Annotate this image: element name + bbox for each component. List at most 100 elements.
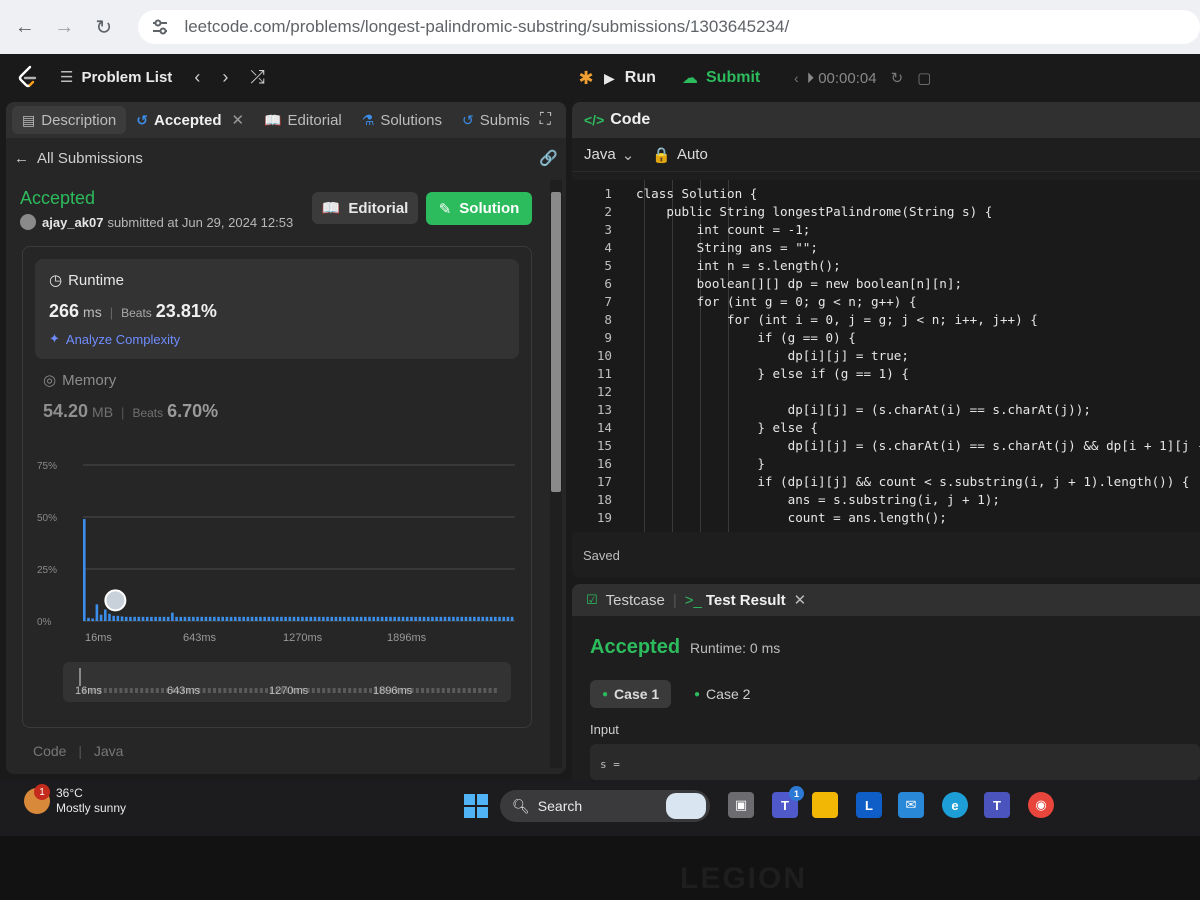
distribution-bar[interactable] [426, 616, 430, 621]
lenovo-app-icon[interactable]: L [856, 792, 882, 818]
distribution-bar[interactable] [355, 616, 359, 621]
distribution-bar[interactable] [330, 616, 334, 621]
distribution-bar[interactable] [464, 616, 468, 621]
distribution-bar[interactable] [133, 616, 136, 621]
code-line[interactable]: 19 count = ans.length(); [572, 508, 1200, 526]
distribution-bar[interactable] [208, 616, 212, 621]
distribution-bar[interactable] [372, 616, 375, 621]
all-submissions-link[interactable]: ← All Submissions 🔗 [14, 144, 558, 172]
distribution-bar[interactable] [456, 616, 459, 621]
distribution-bar[interactable] [343, 616, 346, 621]
distribution-bar[interactable] [129, 616, 132, 621]
distribution-bar[interactable] [326, 616, 329, 621]
distribution-bar[interactable] [280, 616, 283, 621]
distribution-bar[interactable] [192, 616, 195, 621]
address-bar[interactable]: leetcode.com/problems/longest-palindromi… [138, 10, 1200, 44]
distribution-bar[interactable] [175, 616, 178, 621]
auto-mode[interactable]: Auto [677, 146, 708, 163]
my-submission-marker[interactable] [104, 589, 127, 612]
distribution-bar[interactable] [112, 615, 115, 621]
distribution-bar[interactable] [263, 616, 266, 621]
distribution-bar[interactable] [166, 616, 170, 621]
distribution-bar[interactable] [418, 616, 422, 621]
maximize-icon[interactable]: ⛶ [540, 111, 551, 129]
distribution-bar[interactable] [338, 616, 342, 621]
code-line[interactable]: 2 public String longestPalindrome(String… [572, 202, 1200, 220]
task-view-icon[interactable]: ▣ [728, 792, 754, 818]
code-line[interactable]: 13 dp[i][j] = (s.charAt(i) == s.charAt(j… [572, 400, 1200, 418]
distribution-bar[interactable] [145, 616, 149, 621]
tab-test-result[interactable]: Test Result [706, 592, 786, 609]
run-button[interactable]: ▶ Run [604, 69, 682, 87]
language-select[interactable]: Java [584, 146, 616, 163]
weather-widget[interactable]: 1 36°C Mostly sunny [24, 784, 126, 816]
tab-accepted[interactable]: ↺ Accepted ✕ [126, 102, 254, 138]
distribution-bar[interactable] [347, 616, 350, 621]
runtime-distribution-chart[interactable]: 75% 50% 25% 0% 16ms 643ms 1270ms 1896ms [23, 447, 531, 657]
distribution-bar[interactable] [99, 614, 103, 621]
distribution-bar[interactable] [154, 616, 157, 621]
close-tab-icon[interactable]: ✕ [232, 111, 245, 129]
distribution-bar[interactable] [229, 616, 233, 621]
distribution-bar[interactable] [225, 616, 229, 621]
share-link-icon[interactable]: 🔗 [539, 149, 558, 167]
distribution-bar[interactable] [187, 616, 191, 621]
distribution-bar[interactable] [301, 616, 304, 621]
distribution-bar[interactable] [435, 616, 438, 621]
solution-button[interactable]: ✎ Solution [426, 192, 532, 225]
distribution-bar[interactable] [317, 616, 321, 621]
distribution-bar[interactable] [238, 616, 241, 621]
distribution-bar[interactable] [242, 616, 245, 621]
distribution-bar[interactable] [183, 616, 187, 621]
tab-submissions[interactable]: ↺ Submis [452, 102, 540, 138]
distribution-bar[interactable] [376, 616, 380, 621]
distribution-bar[interactable] [414, 616, 417, 621]
distribution-bar[interactable] [485, 616, 489, 621]
distribution-bar[interactable] [259, 616, 262, 621]
code-line[interactable]: 12 [572, 382, 1200, 400]
distribution-bar[interactable] [296, 616, 300, 621]
distribution-bar[interactable] [502, 616, 506, 621]
distribution-bar[interactable] [158, 616, 162, 621]
submit-button[interactable]: ☁ Submit [682, 68, 786, 88]
username[interactable]: ajay_ak07 [42, 215, 103, 230]
shuffle-icon[interactable]: ⤮ [250, 67, 264, 88]
distribution-bar[interactable] [221, 616, 225, 621]
distribution-bar[interactable] [477, 616, 480, 621]
analyze-complexity-link[interactable]: ✦ Analyze Complexity [49, 331, 180, 347]
code-line[interactable]: 8 for (int i = 0, j = g; j < n; i++, j++… [572, 310, 1200, 328]
code-line[interactable]: 11 } else if (g == 1) { [572, 364, 1200, 382]
distribution-bar[interactable] [405, 616, 409, 621]
reload-icon[interactable]: ↻ [89, 12, 118, 42]
distribution-bar[interactable] [489, 616, 493, 621]
distribution-bar[interactable] [95, 604, 99, 621]
distribution-bar[interactable] [401, 616, 405, 621]
code-label[interactable]: Code [33, 743, 66, 759]
distribution-bar[interactable] [506, 616, 510, 621]
case-1-button[interactable]: ● Case 1 [590, 680, 672, 708]
distribution-bar[interactable] [439, 616, 443, 621]
avatar[interactable] [20, 214, 36, 230]
distribution-bar[interactable] [196, 616, 199, 621]
distribution-bar[interactable] [389, 616, 392, 621]
memory-title[interactable]: ◎ Memory [43, 371, 116, 390]
code-editor[interactable]: 1 class Solution {2 public String longest… [572, 180, 1200, 532]
distribution-bar[interactable] [200, 616, 204, 621]
distribution-bar[interactable] [171, 612, 174, 621]
tab-editorial[interactable]: 📖 Editorial [254, 102, 352, 138]
distribution-bar[interactable] [162, 616, 166, 621]
timer[interactable]: ⏵ 00:00:04 [807, 70, 877, 87]
code-line[interactable]: 5 int n = s.length(); [572, 256, 1200, 274]
runtime-card[interactable]: ◷ Runtime 266 ms | Beats 23.81% ✦ Analyz… [35, 259, 519, 359]
teams-chat-icon[interactable]: T1 [772, 786, 804, 818]
reset-timer-icon[interactable]: ↻ [891, 69, 904, 87]
distribution-bar[interactable] [422, 616, 426, 621]
distribution-bar[interactable] [233, 616, 237, 621]
chevron-down-icon[interactable]: ⌄ [622, 146, 635, 164]
code-line[interactable]: 7 for (int g = 0; g < n; g++) { [572, 292, 1200, 310]
code-line[interactable]: 10 dp[i][j] = true; [572, 346, 1200, 364]
distribution-bar[interactable] [267, 616, 271, 621]
range-handle[interactable] [79, 668, 81, 686]
edge-browser-icon[interactable]: e [942, 792, 968, 818]
distribution-bar[interactable] [275, 616, 279, 621]
